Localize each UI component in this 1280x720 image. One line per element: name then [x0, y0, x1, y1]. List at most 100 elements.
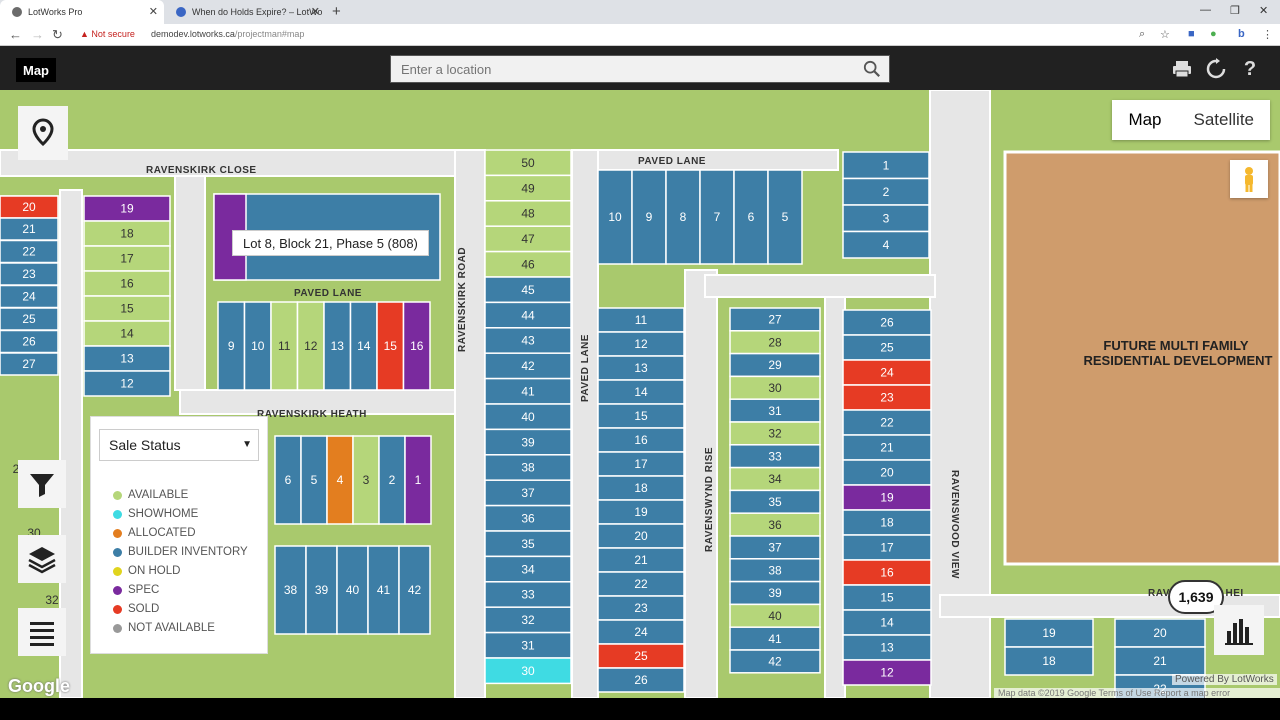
location-pin-icon [32, 118, 54, 147]
street-label-ravenskirk-close: RAVENSKIRK CLOSE [146, 165, 257, 176]
street-view-pegman[interactable] [1230, 160, 1268, 198]
lot-number-label: 15 [120, 302, 134, 316]
status-dot-icon [113, 548, 122, 557]
filter-button[interactable] [18, 460, 66, 508]
lot-number-label: 40 [768, 609, 782, 623]
lot-number-label: 41 [521, 384, 535, 398]
minimize-icon[interactable]: — [1200, 4, 1211, 16]
lot-number-label: 21 [22, 222, 36, 236]
chart-button[interactable] [1214, 605, 1264, 655]
reload-icon[interactable]: ↻ [52, 27, 63, 43]
lot-number-label: 16 [120, 277, 134, 291]
map-attribution[interactable]: Map data ©2019 Google Terms of Use Repor… [994, 688, 1280, 698]
lot-number-label: 4 [883, 238, 890, 252]
refresh-icon[interactable] [1205, 58, 1227, 80]
lot-number-label: 19 [1042, 626, 1056, 640]
legend-label: SHOWHOME [128, 508, 199, 520]
browser-tab-bar: LotWorks Pro ✕ When do Holds Expire? – L… [0, 0, 1280, 24]
location-search-input[interactable] [391, 56, 851, 82]
lot-number-label: 14 [357, 339, 371, 353]
status-dot-icon [113, 605, 122, 614]
powered-by-label: Powered By LotWorks [1172, 674, 1277, 685]
map-type-control: Map Satellite [1112, 100, 1270, 140]
lot-number-label: 12 [304, 339, 318, 353]
lot-number-label: 25 [880, 341, 894, 355]
lot-number-label: 11 [635, 313, 648, 327]
forward-icon[interactable]: → [31, 27, 44, 42]
lot-number-label: 24 [634, 625, 648, 639]
tab-holds-expire[interactable]: When do Holds Expire? – LotWo ✕ [164, 0, 326, 24]
lot-number-label: 20 [22, 200, 36, 214]
lot-number-label: 25 [634, 649, 648, 663]
close-tab-icon[interactable]: ✕ [149, 5, 158, 18]
lot-number-label: 20 [880, 466, 894, 480]
lot-number-label: 33 [521, 588, 535, 602]
lot-number-label: 23 [634, 601, 648, 615]
status-dot-icon [113, 510, 122, 519]
lot-number-label: 38 [768, 563, 782, 577]
filter-funnel-icon [30, 474, 54, 497]
extension-icon[interactable]: ● [1210, 28, 1217, 40]
back-icon[interactable]: ← [9, 27, 22, 42]
legend-label: ALLOCATED [128, 527, 196, 539]
lot-number-label: 39 [768, 586, 782, 600]
lot-number-label: 13 [880, 641, 894, 655]
menu-dots-icon[interactable]: ⋮ [1262, 28, 1273, 41]
map-type-map-button[interactable]: Map [1112, 100, 1177, 140]
dropdown-arrow-icon: ▼ [242, 439, 252, 450]
legend-label: AVAILABLE [128, 489, 189, 501]
list-button[interactable] [18, 608, 66, 656]
status-dot-icon [113, 586, 122, 595]
print-icon[interactable] [1171, 58, 1193, 80]
lot-number-label: 13 [634, 361, 648, 375]
lot-number-label: 13 [331, 339, 345, 353]
map-type-satellite-button[interactable]: Satellite [1178, 100, 1270, 140]
close-window-icon[interactable]: ✕ [1259, 4, 1268, 17]
help-icon[interactable]: ? [1239, 58, 1261, 80]
tab-title: LotWorks Pro [28, 7, 83, 17]
lot-number-label: 26 [880, 316, 894, 330]
lot-number-label: 17 [634, 457, 648, 471]
close-tab-icon[interactable]: ✕ [311, 5, 320, 18]
site-map[interactable]: 2021222324252627202122232425262719181716… [0, 90, 1280, 698]
bookmark-star-icon[interactable]: ☆ [1160, 28, 1170, 41]
new-tab-icon[interactable]: + [332, 3, 341, 20]
lot-number-label: 37 [768, 541, 782, 555]
tab-lotworks-pro[interactable]: LotWorks Pro ✕ [0, 0, 164, 24]
legend-filter-select[interactable]: Sale Status ▼ [99, 429, 259, 461]
lot-number-label: 24 [22, 290, 36, 304]
lot-number-label: 9 [228, 339, 235, 353]
lot-number-label: 21 [880, 441, 894, 455]
zoom-icon[interactable]: ⌕ [1139, 28, 1145, 41]
extension-icon[interactable]: ■ [1188, 28, 1195, 40]
lot-number-label: 42 [521, 359, 535, 373]
lot-number-label: 26 [634, 673, 648, 687]
lot-number-label: 27 [768, 313, 782, 327]
lot-number-label: 18 [1042, 654, 1056, 668]
lot-number-label: 25 [22, 312, 36, 326]
lot-number-label: 12 [880, 666, 894, 680]
street-label-paved-lane: PAVED LANE [580, 334, 591, 402]
lot-number-label: 7 [714, 210, 721, 224]
url-field[interactable]: demodev.lotworks.ca/projectman#map [151, 29, 304, 39]
status-dot-icon [113, 624, 122, 633]
lot-number-label: 22 [634, 577, 648, 591]
lot-number-label: 40 [346, 583, 360, 597]
lot-number-label: 3 [883, 211, 890, 225]
layers-button[interactable] [18, 535, 66, 583]
layers-icon [28, 547, 56, 574]
lot-number-label: 38 [284, 583, 298, 597]
lot-number-label: 43 [521, 334, 535, 348]
lot-number-label: 48 [521, 207, 535, 221]
search-icon[interactable] [863, 60, 881, 78]
location-button[interactable] [18, 106, 68, 160]
lot-number-label: 18 [634, 481, 648, 495]
map-view-button[interactable]: Map [16, 58, 56, 82]
maximize-icon[interactable]: ❐ [1230, 4, 1240, 17]
extension-b-icon[interactable]: b [1238, 28, 1245, 40]
status-dot-icon [113, 567, 122, 576]
lot-number-label: 32 [45, 593, 59, 607]
street-label-paved-lane: PAVED LANE [638, 156, 706, 167]
not-secure-badge[interactable]: ▲ Not secure [80, 29, 135, 39]
lot-number-label: 17 [120, 252, 134, 266]
